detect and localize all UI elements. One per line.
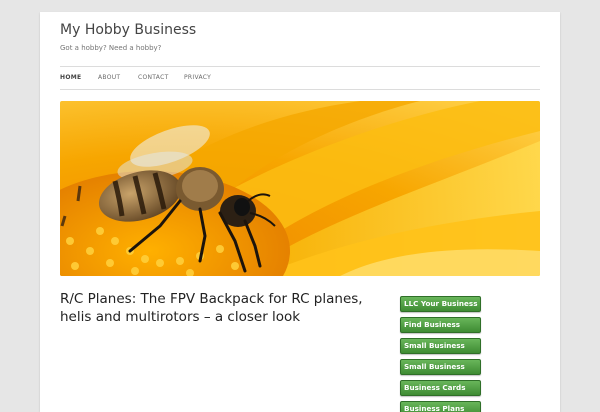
sidebar-buttons: LLC Your Business Find Business Small Bu… bbox=[400, 296, 481, 412]
bee-on-flower-image bbox=[60, 101, 540, 276]
page-container: My Hobby Business Got a hobby? Need a ho… bbox=[40, 12, 560, 412]
header-image bbox=[60, 101, 540, 276]
sidebar-button-business-plans[interactable]: Business Plans bbox=[400, 401, 481, 412]
site-title[interactable]: My Hobby Business bbox=[60, 22, 196, 38]
nav-item-contact[interactable]: CONTACT bbox=[138, 74, 169, 81]
nav-item-privacy[interactable]: PRIVACY bbox=[184, 74, 211, 81]
sidebar-button-small-business-2[interactable]: Small Business bbox=[400, 359, 481, 375]
nav-item-home[interactable]: HOME bbox=[60, 74, 81, 81]
nav-item-about[interactable]: ABOUT bbox=[98, 74, 120, 81]
sidebar-button-find-business[interactable]: Find Business bbox=[400, 317, 481, 333]
sidebar-button-small-business-1[interactable]: Small Business bbox=[400, 338, 481, 354]
post-title[interactable]: R/C Planes: The FPV Backpack for RC plan… bbox=[60, 290, 380, 326]
sidebar-button-llc-your-business[interactable]: LLC Your Business bbox=[400, 296, 481, 312]
site-tagline: Got a hobby? Need a hobby? bbox=[60, 44, 162, 52]
main-navigation: HOME ABOUT CONTACT PRIVACY bbox=[60, 66, 540, 90]
sidebar-button-business-cards[interactable]: Business Cards bbox=[400, 380, 481, 396]
